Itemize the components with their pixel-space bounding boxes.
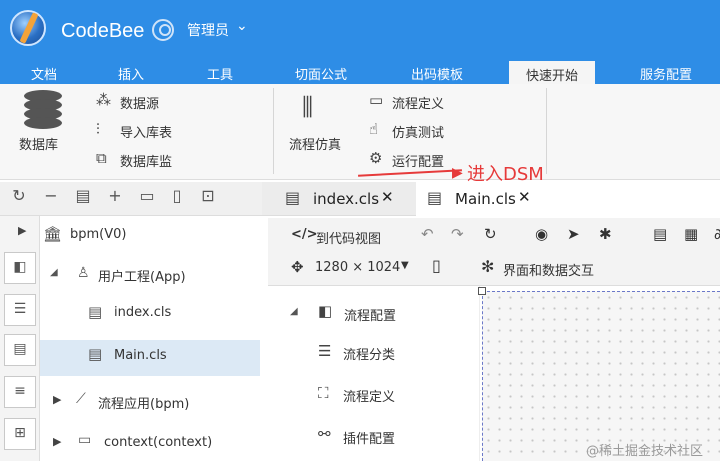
flow-sim-button[interactable]: 流程仿真 [289,134,341,153]
app-title: CodeBee [61,20,145,42]
layout-icon[interactable]: ◧ [4,252,36,284]
outline-item-flow-def[interactable]: 流程定义 [343,386,395,405]
expand-strip-icon[interactable]: ▶ [18,224,26,237]
mobile-icon[interactable]: ▯ [432,256,441,275]
folder-icon[interactable]: ▭ [136,186,158,210]
refresh-icon[interactable]: ↻ [8,186,30,210]
outline-item-flow-category[interactable]: 流程分类 [343,344,395,363]
tree-item-bpm[interactable]: bpm(V0) [70,227,126,242]
tree-item-user-project[interactable]: 用户工程(App) [98,266,186,285]
tree-item-index-cls[interactable]: index.cls [114,305,171,320]
link-icon: ⚯ [318,425,331,443]
list-icon[interactable]: ≡ [4,376,36,408]
design-canvas[interactable] [482,291,720,461]
tab-aspect-formula[interactable]: 切面公式 [295,64,347,83]
chevron-down-icon[interactable]: ⌄ [236,18,248,34]
run-config-icon: ⚙ [369,149,383,167]
layout-icon: ◧ [318,302,333,320]
ui-data-interaction-button[interactable]: 界面和数据交互 [503,260,594,279]
file-icon: ▤ [285,188,301,207]
refresh-icon[interactable]: ↻ [484,225,497,243]
datasource-icon: ⁂ [96,91,111,109]
focus-icon: ⛶ [318,384,329,402]
code-icon: </> [291,227,318,242]
folder-icon: ▭ [78,432,92,448]
ribbon-tabs [0,60,720,84]
user-project-icon: ♙ [77,265,90,281]
tab-docs[interactable]: 文档 [31,64,57,83]
expand-triangle-icon[interactable]: ▶ [53,393,61,406]
outline-item-flow-config[interactable]: 流程配置 [344,305,396,324]
project-tree [40,216,262,461]
form-icon[interactable]: ▤ [4,334,36,366]
editor-tab-index-cls[interactable]: index.cls [313,182,379,216]
tree-item-flow-app[interactable]: 流程应用(bpm) [98,393,189,412]
collapse-triangle-icon[interactable]: ◢ [290,306,298,317]
expand-triangle-icon[interactable]: ▶ [53,435,61,448]
settings-icon: ✻ [481,257,495,276]
import-tables-button[interactable]: 导入库表 [120,122,172,141]
add-icon[interactable]: + [104,186,126,210]
copy-icon[interactable]: ▤ [72,186,94,210]
undo-icon[interactable]: ↶ [421,225,434,243]
resize-handle[interactable] [478,287,486,295]
text-align-icon[interactable]: ☰ [4,294,36,326]
tab-service-config[interactable]: 服务配置 [640,64,692,83]
ribbon-divider [273,88,274,174]
tree-item-main-cls[interactable]: Main.cls [114,348,167,363]
database-button[interactable]: 数据库 [19,134,58,153]
database-icon[interactable] [24,90,62,130]
sliders-icon: ⫶ [96,120,100,138]
move-icon: ✥ [291,258,304,276]
run-config-button[interactable]: 运行配置 [392,151,444,170]
tree-structure-icon[interactable]: ⊞ [4,418,36,450]
flow-sim-icon: ⫼ [302,93,314,121]
db-monitor-button[interactable]: 数据库监 [120,151,172,170]
tab-quick-start[interactable]: 快速开始 [509,61,595,84]
ribbon-divider [546,88,547,174]
tab-tools[interactable]: 工具 [207,64,233,83]
collapse-icon[interactable]: − [40,186,62,210]
user-name[interactable]: 管理员 [187,20,229,40]
copy-icon[interactable]: ▤ [653,225,667,243]
user-avatar-icon[interactable] [152,19,174,41]
sim-test-icon: ☝ [369,120,379,138]
tree-item-context[interactable]: context(context) [104,435,212,450]
resolution-select[interactable]: 1280 × 1024 [315,260,400,275]
bank-icon: 🏛 [43,225,63,243]
sim-test-button[interactable]: 仿真测试 [392,122,444,141]
preview-icon[interactable]: ◉ [535,225,548,243]
tab-insert[interactable]: 插入 [118,64,144,83]
annotation-arrowhead-icon: ▶ [452,165,463,181]
db-monitor-icon: ⧉ [96,149,107,167]
bug-icon[interactable]: ✱ [599,225,612,243]
file-icon: ▤ [427,188,443,207]
paste-icon[interactable]: ▦ [684,225,698,243]
close-icon[interactable]: ✕ [381,188,394,206]
caret-down-icon[interactable]: ▼ [401,260,409,271]
file-icon: ▤ [88,345,103,363]
send-icon[interactable]: ➤ [567,225,580,243]
outline-item-plugin-config[interactable]: 插件配置 [343,428,395,447]
editor-tab-main-cls[interactable]: Main.cls [455,182,516,216]
close-icon[interactable]: ✕ [518,188,531,206]
tab-codegen-template[interactable]: 出码模板 [411,64,463,83]
flow-def-icon: ▭ [369,91,384,109]
watermark: @稀土掘金技术社区 [586,444,704,459]
redo-icon[interactable]: ↷ [451,225,464,243]
link-icon[interactable]: ∂ [714,225,720,243]
new-file-icon[interactable]: ▯ [166,186,188,210]
preview-icon[interactable]: ⊡ [197,186,219,210]
flow-def-button[interactable]: 流程定义 [392,93,444,112]
file-icon: ▤ [88,303,103,321]
indent-icon: ☰ [318,342,332,360]
collapse-triangle-icon[interactable]: ◢ [50,267,58,278]
datasource-button[interactable]: 数据源 [120,93,159,112]
to-code-view-button[interactable]: 到代码视图 [316,228,381,247]
flow-app-icon: ⟋ [76,391,86,407]
